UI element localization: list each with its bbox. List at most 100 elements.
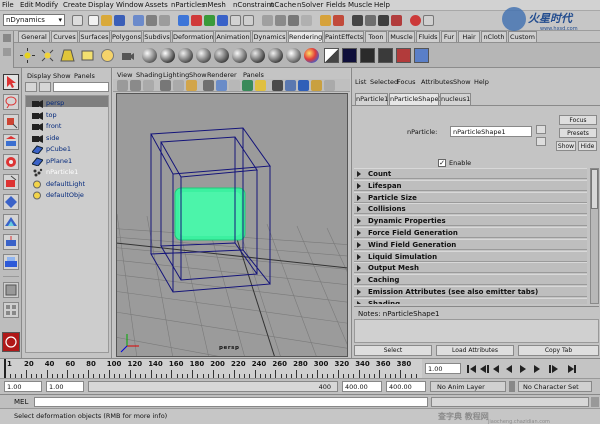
move-filter-icon[interactable] [178, 15, 189, 26]
volume-light-icon[interactable] [100, 48, 115, 63]
viewport-menu-show[interactable]: Show [189, 71, 207, 79]
last-tool-icon[interactable] [3, 254, 19, 270]
playback-end-field[interactable]: 400.00 [342, 381, 382, 392]
shelf-tab-dynamics[interactable]: Dynamics [252, 31, 287, 42]
go-to-output-icon[interactable] [536, 137, 546, 146]
attribute-scrollbar[interactable] [590, 168, 599, 304]
grid-toggle-icon[interactable] [160, 80, 171, 91]
shadows-icon[interactable] [272, 80, 283, 91]
magnet-icon[interactable] [410, 15, 421, 26]
attribute-section[interactable]: Lifespan [354, 179, 587, 191]
dynamics-filter-icon[interactable] [217, 15, 228, 26]
spot-light-icon[interactable] [60, 48, 75, 63]
snap-curve-icon[interactable] [275, 15, 286, 26]
menu-help[interactable]: Help [374, 1, 390, 9]
hypershade-shelf-icon[interactable] [414, 48, 429, 63]
snap-point-icon[interactable] [288, 15, 299, 26]
shelf-tab-subdivs[interactable]: Subdivs [143, 31, 171, 42]
presets-button[interactable]: Presets [559, 128, 597, 138]
lambert-sphere-icon[interactable] [142, 48, 157, 63]
focus-button[interactable]: Focus [559, 115, 597, 125]
four-pane-layout-icon[interactable] [3, 302, 19, 318]
attribute-section[interactable]: Wind Field Generation [354, 238, 587, 250]
open-scene-icon[interactable] [101, 15, 112, 26]
menu-edit[interactable]: Edit [20, 1, 34, 9]
paint-select-tool-icon[interactable] [3, 114, 19, 130]
end-time-field[interactable]: 400.00 [386, 381, 426, 392]
start-time-field[interactable]: 1.00 [4, 381, 42, 392]
ae-tab-nparticle1[interactable]: nParticle1 [355, 93, 388, 105]
area-light-icon[interactable] [80, 48, 95, 63]
shelf-tab-fluids[interactable]: Fluids [416, 31, 440, 42]
viewport-menu-view[interactable]: View [117, 71, 132, 79]
go-to-input-icon[interactable] [536, 125, 546, 134]
playback-start-field[interactable]: 1.00 [46, 381, 84, 392]
phong-sphere-icon[interactable] [178, 48, 193, 63]
soft-mod-tool-icon[interactable] [3, 214, 19, 230]
rotate-tool-icon[interactable] [3, 154, 19, 170]
range-bar[interactable]: 400 [88, 381, 338, 392]
wireframe-icon[interactable] [203, 80, 214, 91]
snap-grid-icon[interactable] [262, 15, 273, 26]
image-plane-icon[interactable] [143, 80, 154, 91]
outliner-item[interactable]: defaultLight [46, 180, 85, 188]
enable-checkbox[interactable]: ✓ [438, 159, 446, 167]
lasso-tool-icon[interactable] [3, 94, 19, 110]
show-button[interactable]: Show [556, 141, 576, 151]
render-globals-shelf-icon[interactable] [396, 48, 411, 63]
render-view-shelf-icon[interactable] [342, 48, 357, 63]
menu-nmesh[interactable]: nMesh [203, 1, 226, 9]
attribute-section[interactable]: Force Field Generation [354, 227, 587, 238]
wireframe-on-shaded-icon[interactable] [229, 80, 240, 91]
move-tool-icon[interactable] [3, 134, 19, 150]
shelf-tab-custom[interactable]: Custom [508, 31, 537, 42]
shelf-tab-animation[interactable]: Animation [215, 31, 251, 42]
select-tool-icon[interactable] [3, 74, 19, 90]
menu-display[interactable]: Display [88, 1, 114, 9]
shelf-tab-hair[interactable]: Hair [458, 31, 480, 42]
shelf-tab-muscle[interactable]: Muscle [388, 31, 415, 42]
anisotropic-sphere-icon[interactable] [214, 48, 229, 63]
outliner-item[interactable]: pPlane1 [46, 157, 72, 165]
snap-surface-icon[interactable] [301, 15, 312, 26]
outliner-search-field[interactable] [53, 82, 109, 92]
ipr-shelf-icon[interactable] [378, 48, 393, 63]
phonge-sphere-icon[interactable] [196, 48, 211, 63]
viewport-menu-lighting[interactable]: Lighting [163, 71, 189, 79]
checker-texture-icon[interactable] [324, 48, 339, 63]
down-arrow-icon[interactable] [72, 15, 83, 26]
outliner-menu-panels[interactable]: Panels [74, 72, 95, 80]
scale-tool-icon[interactable] [3, 174, 19, 190]
menu-ncache[interactable]: nCache [270, 1, 296, 9]
use-background-sphere-icon[interactable] [286, 48, 301, 63]
current-time-marker[interactable] [4, 359, 6, 379]
shelf-tab-painteffects[interactable]: PaintEffects [324, 31, 364, 42]
ambient-occlusion-icon[interactable] [324, 80, 335, 91]
select-hierarchy-icon[interactable] [133, 15, 144, 26]
outliner-item[interactable]: pCube1 [46, 145, 71, 153]
shelf-tab-curves[interactable]: Curves [51, 31, 78, 42]
shelf-tab-fur[interactable]: Fur [441, 31, 457, 42]
surface-shader-sphere-icon[interactable] [268, 48, 283, 63]
construction-history-icon[interactable] [333, 15, 344, 26]
attribute-section[interactable]: Particle Size [354, 191, 587, 203]
attribute-section[interactable]: Count [354, 168, 587, 179]
camera-bookmark-icon[interactable] [130, 80, 141, 91]
manipulator-tool-icon[interactable] [3, 194, 19, 210]
shelf-tab-general[interactable]: General [18, 31, 50, 42]
select-button[interactable]: Select [354, 345, 432, 356]
viewport-menu-shading[interactable]: Shading [136, 71, 162, 79]
attribute-section[interactable]: Shading [354, 297, 587, 304]
textured-icon[interactable] [242, 80, 253, 91]
viewport-menu-panels[interactable]: Panels [243, 71, 264, 79]
attribute-section[interactable]: Emission Attributes (see also emitter ta… [354, 286, 587, 297]
command-input[interactable] [34, 397, 428, 407]
copy-tab-button[interactable]: Copy Tab [518, 345, 599, 356]
ocean-shader-sphere-icon[interactable] [304, 48, 319, 63]
menu-set-dropdown[interactable]: nDynamics ▾ [3, 14, 65, 26]
menu-file[interactable]: File [2, 1, 14, 9]
attribute-section[interactable]: Dynamic Properties [354, 215, 587, 227]
menu-muscle[interactable]: Muscle [348, 1, 372, 9]
3d-viewport[interactable]: persp [116, 93, 348, 357]
input-line-icon[interactable] [423, 15, 434, 26]
